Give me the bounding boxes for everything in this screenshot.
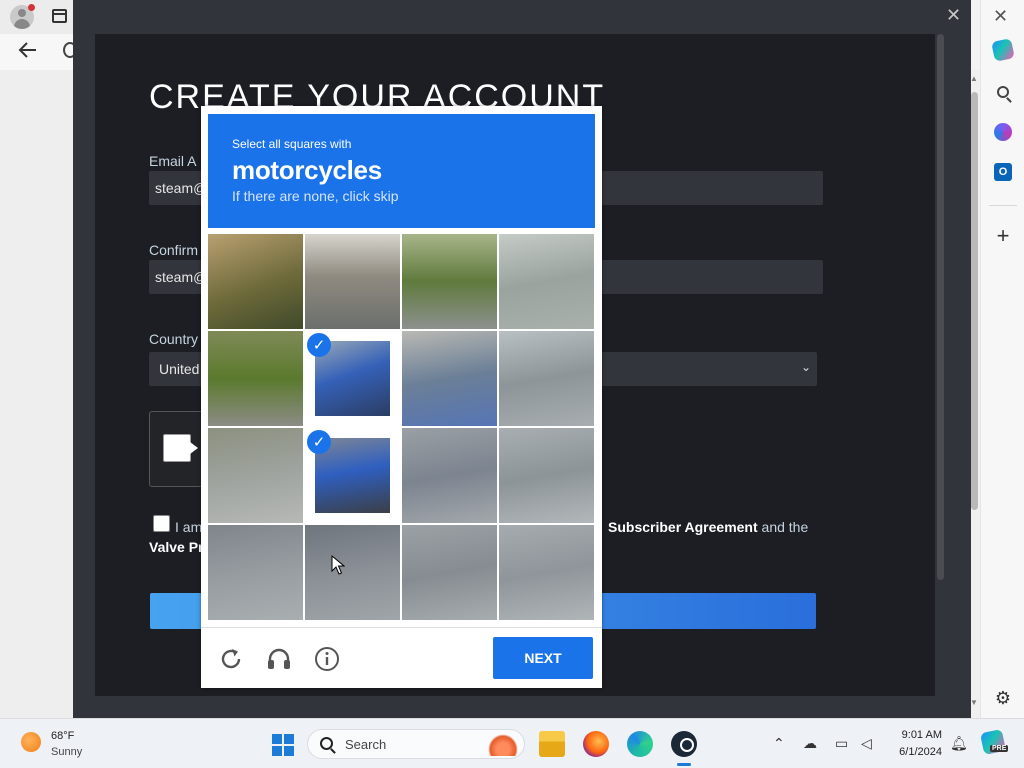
network-icon[interactable]: ▭: [835, 735, 848, 752]
recaptcha-tile-image: [402, 234, 497, 329]
recaptcha-tile-image: [208, 331, 303, 426]
add-icon[interactable]: +: [991, 223, 1015, 248]
edge-icon[interactable]: [627, 731, 653, 757]
agree-text-links: Subscriber Agreement and the: [608, 519, 808, 535]
weather-condition[interactable]: Sunny: [51, 746, 82, 758]
sidebar-divider: [989, 205, 1017, 206]
taskbar: 68°F Sunny Search ⌃ ☁ ▭ ◁ 9:01 AM 6/1/20…: [0, 718, 1024, 768]
recaptcha-tile-image: [305, 525, 400, 620]
edge-sidebar: O + ⚙: [980, 0, 1024, 718]
captcha-pointer-arrow: [190, 442, 198, 454]
recaptcha-tile[interactable]: [208, 234, 303, 329]
scroll-down-arrow-icon[interactable]: ▼: [970, 698, 978, 707]
recaptcha-prompt: Select all squares with: [232, 137, 352, 151]
recaptcha-tile[interactable]: [402, 234, 497, 329]
tab-actions-icon[interactable]: [52, 9, 67, 23]
page-background: [0, 70, 73, 718]
recaptcha-header: Select all squares with motorcycles If t…: [208, 114, 595, 228]
next-button[interactable]: NEXT: [493, 637, 593, 679]
chevron-down-icon: ⌄: [800, 360, 811, 374]
volume-muted-icon[interactable]: ◁: [861, 735, 872, 752]
recaptcha-tile[interactable]: [499, 525, 594, 620]
onedrive-offline-icon[interactable]: ☁: [803, 735, 817, 752]
modal-close-icon[interactable]: ✕: [946, 5, 961, 26]
recaptcha-tile-image: [402, 525, 497, 620]
outlook-icon[interactable]: O: [991, 160, 1015, 184]
info-icon[interactable]: [312, 644, 342, 674]
recaptcha-tile-image: [402, 428, 497, 523]
recaptcha-tile-image: [402, 331, 497, 426]
checkmark-icon: ✓: [307, 333, 331, 357]
copilot-icon[interactable]: [991, 38, 1015, 62]
recaptcha-tile[interactable]: ✓: [305, 331, 400, 426]
weather-temperature[interactable]: 68°F: [51, 730, 74, 742]
recaptcha-tile[interactable]: [305, 525, 400, 620]
recaptcha-tile[interactable]: [499, 428, 594, 523]
recaptcha-tile[interactable]: ✓: [305, 428, 400, 523]
recaptcha-hint: If there are none, click skip: [232, 188, 399, 204]
recaptcha-image-grid: ✓ ✓: [208, 234, 595, 621]
subscriber-agreement-link[interactable]: Subscriber Agreement: [608, 519, 758, 535]
search-icon[interactable]: [991, 80, 1015, 104]
recaptcha-tile[interactable]: [499, 331, 594, 426]
recaptcha-tile[interactable]: [208, 428, 303, 523]
recaptcha-tile[interactable]: [208, 525, 303, 620]
recaptcha-tile-image: [499, 428, 594, 523]
browser-close-icon[interactable]: ✕: [993, 6, 1008, 27]
page-scrollbar-thumb[interactable]: [971, 92, 978, 510]
email-label: Email A: [149, 153, 197, 169]
chevron-up-icon[interactable]: ⌃: [773, 735, 785, 752]
modal-scrollbar[interactable]: [937, 34, 944, 580]
agree-checkbox[interactable]: [153, 515, 170, 532]
reload-icon[interactable]: [216, 644, 246, 674]
sun-icon[interactable]: [21, 732, 41, 752]
scroll-up-arrow-icon[interactable]: ▲: [970, 74, 978, 83]
audio-icon[interactable]: [264, 644, 294, 674]
settings-icon[interactable]: ⚙: [991, 686, 1015, 710]
recaptcha-challenge: Select all squares with motorcycles If t…: [201, 106, 602, 688]
recaptcha-tile-image: [208, 428, 303, 523]
valve-privacy-link[interactable]: Valve Pr: [149, 539, 204, 555]
recaptcha-tile-image: [499, 331, 594, 426]
taskbar-search-box[interactable]: Search: [307, 729, 525, 759]
recaptcha-tile[interactable]: [305, 234, 400, 329]
recaptcha-footer-divider: [201, 627, 602, 628]
country-select-value: United: [159, 361, 200, 377]
recaptcha-tile[interactable]: [402, 331, 497, 426]
taskbar-search-placeholder: Search: [345, 737, 387, 752]
profile-notification-dot: [28, 4, 35, 11]
recaptcha-tile-image: [208, 234, 303, 329]
agree-text: I am: [175, 519, 203, 535]
copilot-preview-badge: PRE: [990, 745, 1009, 752]
notification-bell-icon[interactable]: 🔔︎: [950, 735, 968, 752]
confirm-email-label: Confirm: [149, 242, 199, 258]
recaptcha-tile-image: [305, 234, 400, 329]
checkmark-icon: ✓: [307, 430, 331, 454]
back-arrow-icon[interactable]: [16, 38, 40, 62]
recaptcha-tile[interactable]: [208, 331, 303, 426]
recaptcha-tile-image: [499, 525, 594, 620]
microsoft365-icon[interactable]: [991, 120, 1015, 144]
windows-start-icon[interactable]: [272, 734, 294, 756]
file-explorer-icon[interactable]: [539, 731, 565, 757]
recaptcha-target: motorcycles: [232, 155, 382, 185]
search-highlight-icon: [488, 734, 518, 756]
recaptcha-tile-image: [208, 525, 303, 620]
search-icon: [320, 737, 333, 750]
recaptcha-tile[interactable]: [402, 428, 497, 523]
recaptcha-tile[interactable]: [499, 234, 594, 329]
country-label: Country: [149, 331, 199, 347]
captcha-checkbox[interactable]: [163, 434, 191, 462]
active-app-indicator: [677, 763, 691, 766]
recaptcha-tile-image: [499, 234, 594, 329]
recaptcha-tile[interactable]: [402, 525, 497, 620]
clock-date[interactable]: 6/1/2024: [890, 746, 942, 758]
mouse-cursor-icon: [331, 555, 345, 575]
steam-icon[interactable]: [671, 731, 697, 757]
clock-time[interactable]: 9:01 AM: [896, 729, 942, 741]
browser-left-area: [0, 0, 77, 718]
firefox-icon[interactable]: [583, 731, 609, 757]
agree-and-the-text: and the: [757, 519, 809, 535]
